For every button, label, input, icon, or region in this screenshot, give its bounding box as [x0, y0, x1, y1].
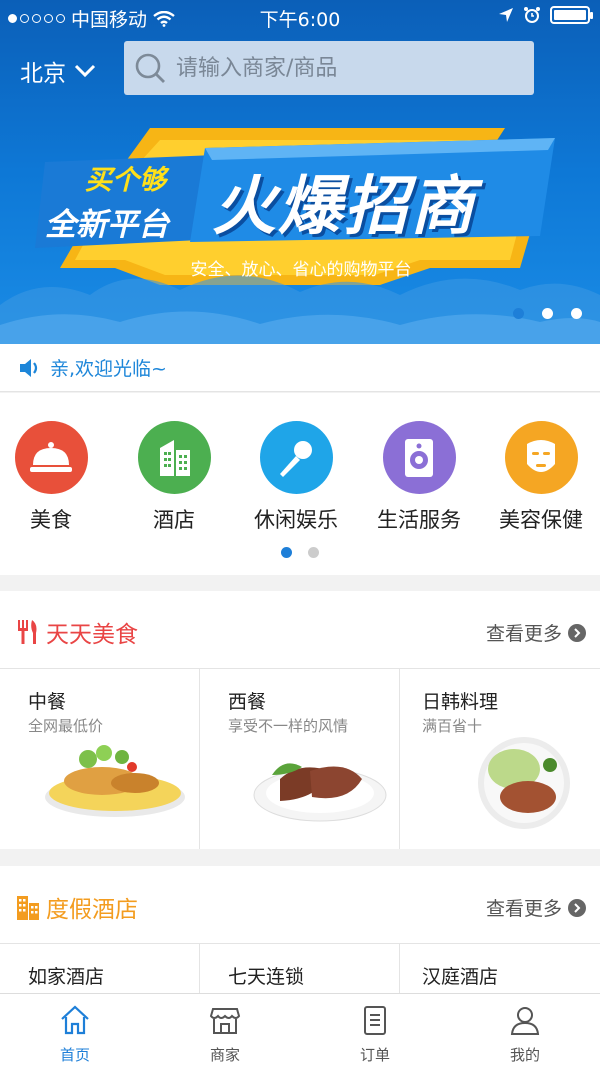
hotel-more-link[interactable]: 查看更多 [486, 894, 586, 921]
hotel-card-hanting[interactable]: 汉庭酒店 [400, 944, 600, 993]
category-hotel[interactable]: 酒店 [119, 421, 229, 534]
tab-profile[interactable]: 我的 [450, 994, 600, 1071]
card-title: 七天连锁 [228, 966, 305, 988]
order-icon [364, 1006, 386, 1035]
search-icon [135, 53, 165, 83]
alarm-icon [524, 7, 540, 23]
food-card-japanese-korean[interactable]: 日韩料理 满百省十 [400, 669, 600, 849]
more-label: 查看更多 [485, 623, 562, 645]
user-icon [510, 1007, 540, 1035]
banner-page-dot[interactable] [513, 308, 524, 319]
category-food[interactable]: 美食 [0, 421, 106, 534]
card-title: 日韩料理 [422, 691, 499, 713]
hotel-building-icon [17, 896, 39, 920]
category-label: 生活服务 [377, 508, 461, 532]
category-page-dot[interactable] [281, 547, 292, 558]
food-card-chinese[interactable]: 中餐 全网最低价 [0, 669, 200, 849]
card-title: 中餐 [28, 691, 67, 713]
banner-page-dot[interactable] [571, 308, 582, 319]
card-desc: 享受不一样的风情 [228, 717, 349, 735]
category-beauty[interactable]: 美容保健 [486, 421, 596, 534]
speaker-volume-icon [20, 358, 38, 377]
category-label: 休闲娱乐 [254, 508, 338, 532]
hotel-card-seven-days[interactable]: 七天连锁 [200, 944, 400, 993]
card-desc: 全网最低价 [28, 717, 104, 735]
bottom-tab-bar: 首页 商家 订单 我的 [0, 993, 600, 1071]
banner-tag-primary: 买个够 [85, 165, 166, 196]
chevron-right-icon [568, 623, 586, 642]
tab-merchants[interactable]: 商家 [150, 994, 300, 1071]
card-title: 如家酒店 [28, 966, 105, 988]
category-pager[interactable] [0, 547, 600, 558]
card-title: 西餐 [228, 691, 267, 713]
speaker-icon [382, 421, 456, 494]
hotel-cards: 如家酒店 七天连锁 汉庭酒店 [0, 944, 600, 993]
category-life-services[interactable]: 生活服务 [364, 421, 474, 534]
category-page-dot[interactable] [308, 547, 319, 558]
tab-label: 首页 [59, 1046, 90, 1064]
hotel-section-label: 度假酒店 [46, 897, 138, 923]
notice-text: 亲,欢迎光临~ [50, 358, 167, 380]
hotel-section-title: 度假酒店 [16, 890, 138, 924]
city-selector[interactable]: 北京 [20, 54, 96, 88]
food-cards: 中餐 全网最低价 西餐 享受不一样的风情 日韩料理 满百省十 [0, 669, 600, 849]
banner-page-dot[interactable] [542, 308, 553, 319]
category-grid: 美食 酒店 休闲娱乐 生活服务 美容保健 [0, 393, 600, 575]
tab-label: 商家 [209, 1046, 240, 1064]
category-entertainment[interactable]: 休闲娱乐 [241, 421, 351, 534]
banner-header: 中国移动 下午6:00 北京 买个够 全新平台 火爆招商 安全、放心、省心的购物… [0, 0, 600, 344]
category-label: 酒店 [153, 508, 195, 532]
fork-knife-icon [18, 620, 37, 644]
hotel-section-header: 度假酒店 查看更多 [0, 866, 600, 944]
card-title: 汉庭酒店 [422, 966, 499, 988]
hotel-card-rujia[interactable]: 如家酒店 [0, 944, 200, 993]
card-desc: 满百省十 [422, 717, 483, 735]
steak-dish-image [253, 763, 387, 822]
food-section-header: 天天美食 查看更多 [0, 591, 600, 669]
search-input[interactable] [176, 55, 516, 81]
food-card-western[interactable]: 西餐 享受不一样的风情 [200, 669, 400, 849]
battery-icon [550, 6, 593, 24]
microphone-icon [259, 421, 333, 494]
food-cloche-icon [14, 421, 88, 494]
more-label: 查看更多 [485, 898, 562, 920]
banner-pager[interactable] [513, 308, 582, 319]
city-label: 北京 [20, 61, 66, 87]
food-more-link[interactable]: 查看更多 [486, 619, 586, 646]
tab-home[interactable]: 首页 [0, 994, 150, 1071]
face-mask-icon [504, 421, 578, 494]
banner-subtitle: 安全、放心、省心的购物平台 [190, 260, 412, 280]
building-icon [137, 421, 211, 494]
chevron-right-icon [568, 898, 586, 917]
banner-tag-secondary: 全新平台 [45, 207, 169, 243]
tab-orders[interactable]: 订单 [300, 994, 450, 1071]
home-icon [61, 1005, 89, 1035]
food-section-label: 天天美食 [46, 622, 138, 648]
welcome-notice: 亲,欢迎光临~ [0, 344, 600, 392]
category-label: 美容保健 [499, 508, 583, 532]
tab-label: 我的 [509, 1046, 540, 1064]
location-arrow-icon [499, 8, 513, 22]
category-label: 美食 [30, 508, 72, 532]
food-section-title: 天天美食 [16, 615, 138, 649]
store-icon [209, 1008, 241, 1034]
chevron-down-icon [74, 64, 96, 78]
tab-label: 订单 [359, 1046, 390, 1064]
search-box[interactable] [124, 41, 534, 95]
chinese-dish-image [45, 745, 185, 817]
banner-title: 火爆招商 [212, 170, 476, 244]
status-bar: 中国移动 下午6:00 [0, 0, 600, 34]
tonkatsu-dish-image [478, 737, 570, 829]
